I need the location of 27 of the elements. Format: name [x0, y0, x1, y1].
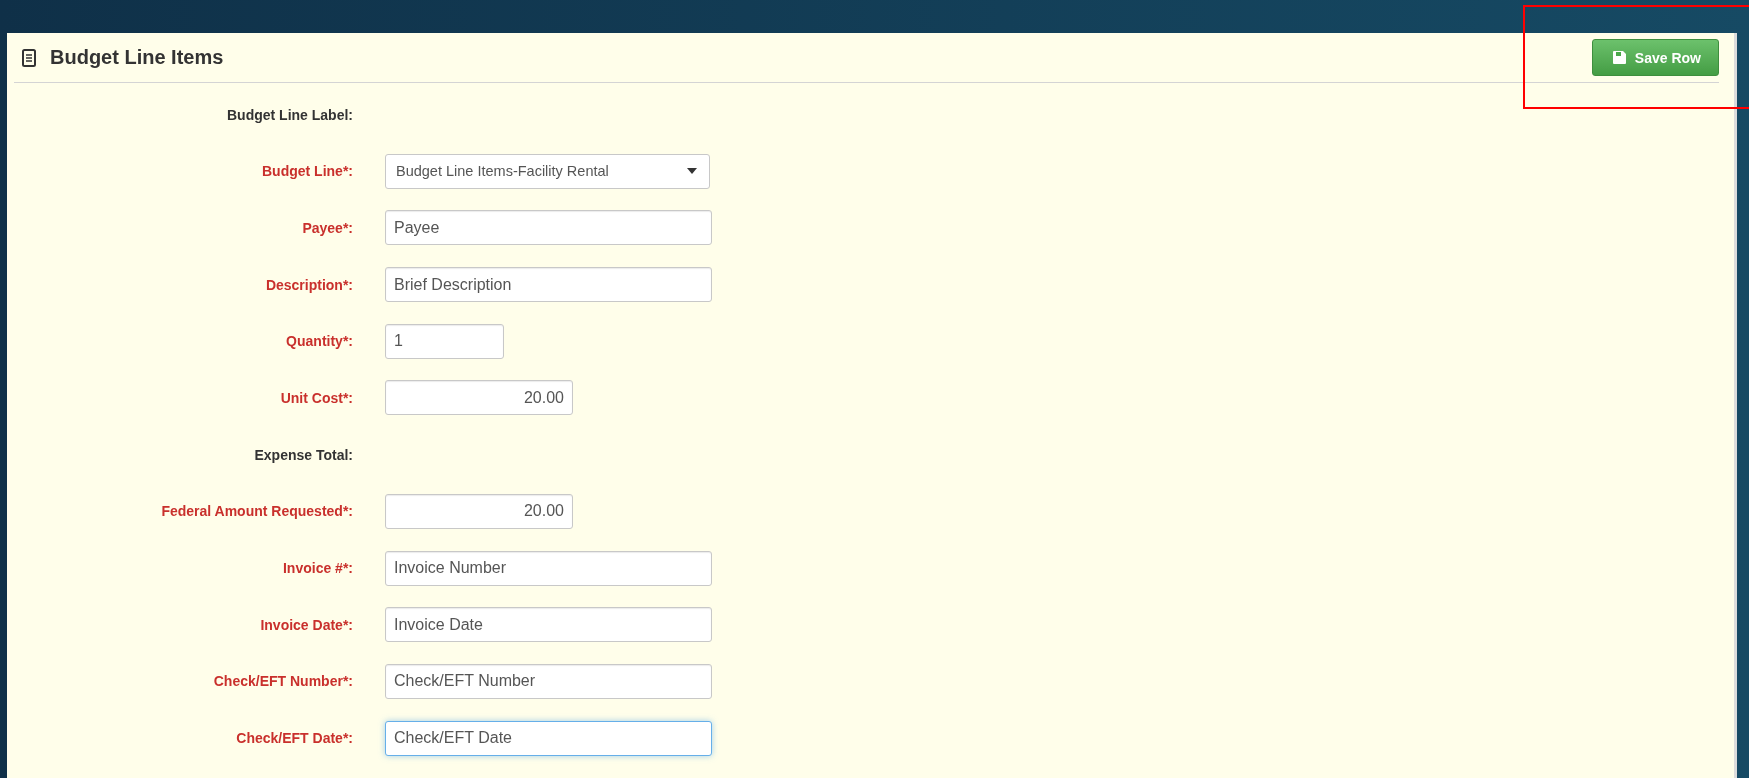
- input-field[interactable]: Payee: [385, 210, 712, 246]
- field-label: Quantity*:: [285, 333, 353, 350]
- field-label: Expense Total:: [253, 446, 353, 463]
- field-label: Invoice #*:: [281, 560, 353, 576]
- field-label: Description*:: [264, 276, 353, 293]
- field-label: Invoice Date*:: [259, 616, 353, 633]
- budget-line-dropdown[interactable]: Budget Line Items-Facility Rental: [385, 153, 710, 189]
- field-label: Federal Amount Requested*:: [160, 503, 353, 520]
- field-label: Budget Line Label:: [226, 106, 353, 123]
- input-field[interactable]: Check/EFT Number: [385, 663, 712, 699]
- field-label: Check/EFT Date*:: [235, 730, 353, 747]
- input-field[interactable]: Invoice Number: [385, 550, 712, 586]
- field-label: Budget Line*:: [261, 163, 353, 180]
- field-label: Payee*:: [301, 219, 353, 236]
- field-label: Unit Cost*:: [279, 389, 353, 406]
- input-field[interactable]: 1: [385, 323, 504, 359]
- dropdown-value: Budget Line Items-Facility Rental: [396, 163, 609, 180]
- caret-icon: [687, 168, 697, 175]
- input-field[interactable]: 20.00: [385, 380, 573, 416]
- panel-title: Budget Line Items: [50, 46, 224, 69]
- document-icon: [22, 48, 36, 67]
- input-field[interactable]: 20.00: [385, 493, 573, 529]
- input-field[interactable]: Invoice Date: [385, 607, 712, 643]
- field-label: Check/EFT Number*:: [212, 673, 353, 690]
- save-icon: [1612, 51, 1626, 64]
- input-field[interactable]: Brief Description: [385, 267, 712, 303]
- input-field[interactable]: Check/EFT Date: [385, 720, 712, 756]
